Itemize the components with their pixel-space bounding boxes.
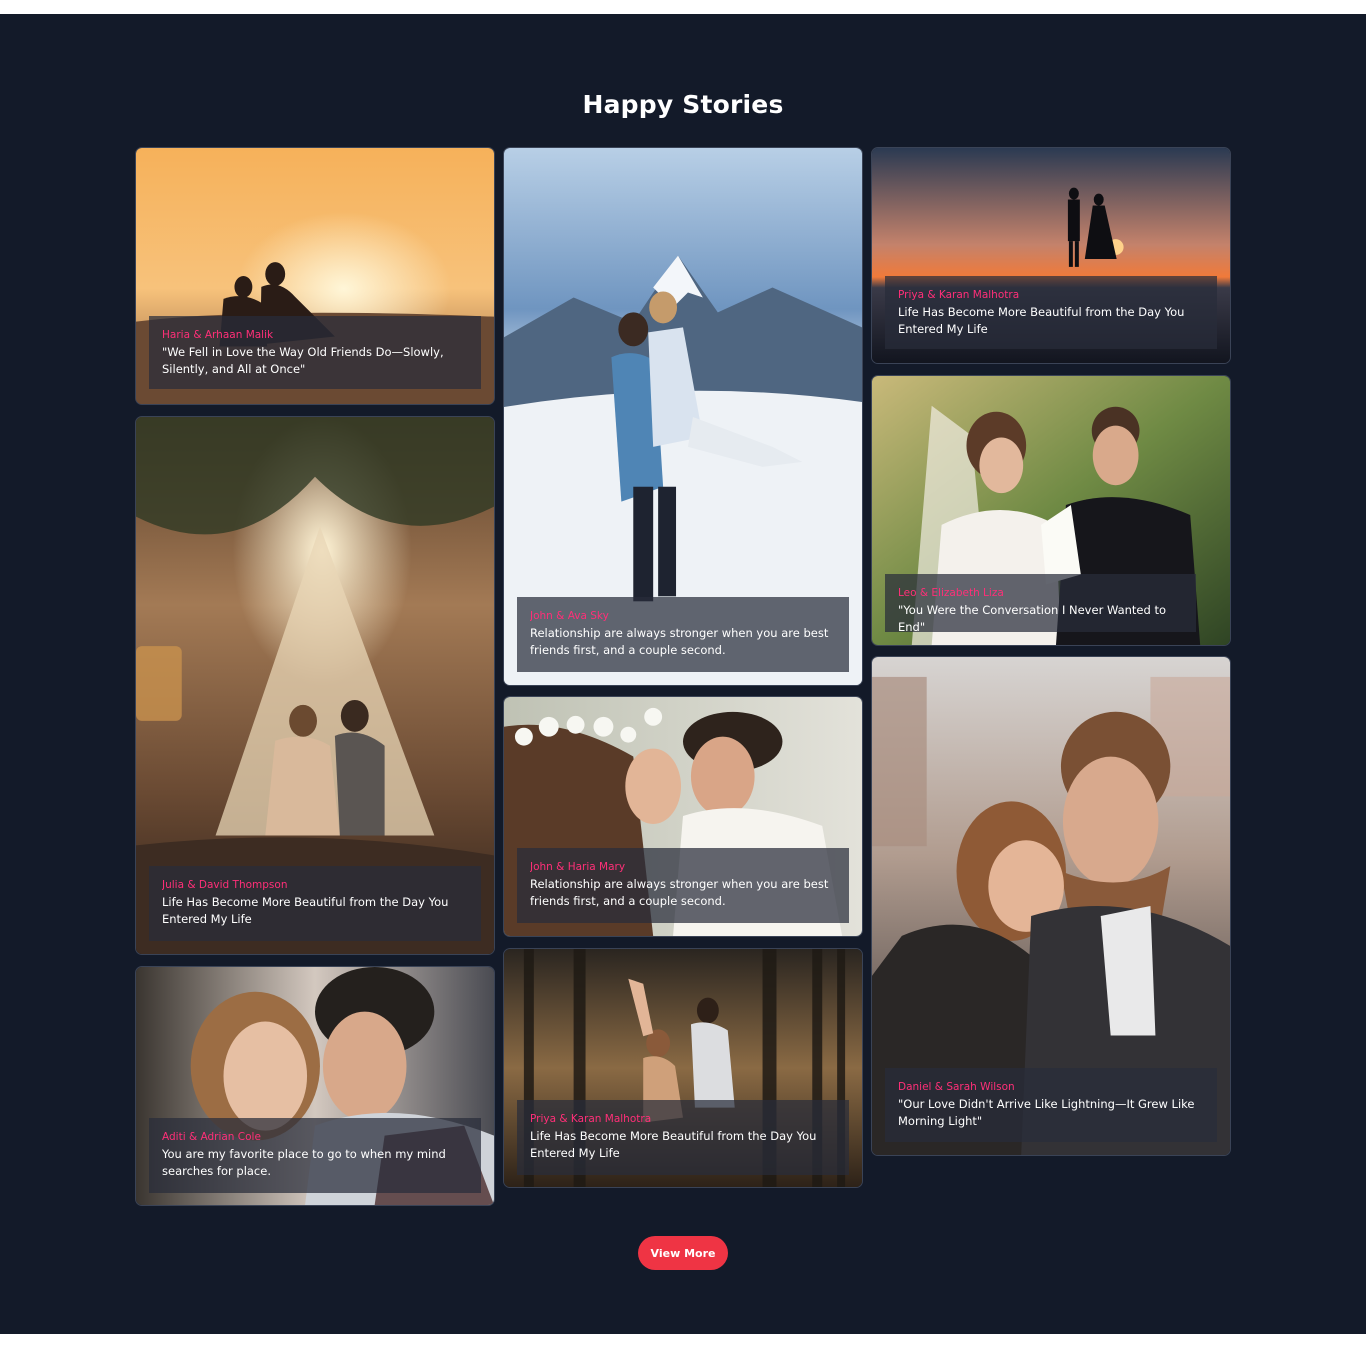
story-card[interactable]: John & Haria Mary Relationship are alway… (503, 696, 863, 937)
story-names: Leo & Elizabeth Liza (898, 587, 1004, 599)
story-names: Daniel & Sarah Wilson (898, 1081, 1015, 1093)
story-caption: Priya & Karan Malhotra Life Has Become M… (885, 276, 1217, 349)
story-card[interactable]: Leo & Elizabeth Liza "You Were the Conve… (871, 375, 1231, 646)
story-caption: Aditi & Adrian Cole You are my favorite … (149, 1118, 481, 1193)
story-card[interactable]: Aditi & Adrian Cole You are my favorite … (135, 966, 495, 1206)
story-card[interactable]: Priya & Karan Malhotra Life Has Become M… (871, 147, 1231, 364)
story-quote: "Our Love Didn't Arrive Like Lightning—I… (898, 1097, 1195, 1128)
story-caption: Daniel & Sarah Wilson "Our Love Didn't A… (885, 1068, 1217, 1142)
story-caption: John & Haria Mary Relationship are alway… (517, 848, 849, 923)
story-quote: You are my favorite place to go to when … (162, 1147, 446, 1178)
story-quote: Life Has Become More Beautiful from the … (162, 895, 449, 926)
story-names: Priya & Karan Malhotra (898, 289, 1020, 301)
story-quote: "We Fell in Love the Way Old Friends Do—… (162, 345, 444, 376)
story-caption: Leo & Elizabeth Liza "You Were the Conve… (885, 574, 1196, 634)
story-caption: John & Ava Sky Relationship are always s… (517, 597, 849, 672)
story-card[interactable]: John & Ava Sky Relationship are always s… (503, 147, 863, 686)
story-quote: Relationship are always stronger when yo… (530, 626, 829, 657)
story-names: John & Ava Sky (530, 610, 609, 622)
story-card[interactable]: Priya & Karan Malhotra Life Has Become M… (503, 948, 863, 1188)
section-title: Happy Stories (582, 90, 784, 119)
story-card[interactable]: Haria & Arhaan Malik "We Fell in Love th… (135, 147, 495, 405)
story-quote: Life Has Become More Beautiful from the … (898, 305, 1185, 336)
story-caption: Julia & David Thompson Life Has Become M… (149, 866, 481, 941)
story-card[interactable]: Julia & David Thompson Life Has Become M… (135, 416, 495, 955)
view-more-button[interactable]: View More (638, 1236, 728, 1270)
story-card[interactable]: Daniel & Sarah Wilson "Our Love Didn't A… (871, 656, 1231, 1156)
story-names: Julia & David Thompson (162, 879, 288, 891)
story-caption: Priya & Karan Malhotra Life Has Become M… (517, 1100, 849, 1175)
story-names: Aditi & Adrian Cole (162, 1131, 261, 1143)
story-caption: Haria & Arhaan Malik "We Fell in Love th… (149, 316, 481, 389)
story-quote: "You Were the Conversation I Never Wante… (898, 603, 1167, 634)
story-quote: Life Has Become More Beautiful from the … (530, 1129, 817, 1160)
story-names: Priya & Karan Malhotra (530, 1113, 652, 1125)
story-names: John & Haria Mary (530, 861, 626, 873)
story-quote: Relationship are always stronger when yo… (530, 877, 829, 908)
story-names: Haria & Arhaan Malik (162, 329, 274, 341)
